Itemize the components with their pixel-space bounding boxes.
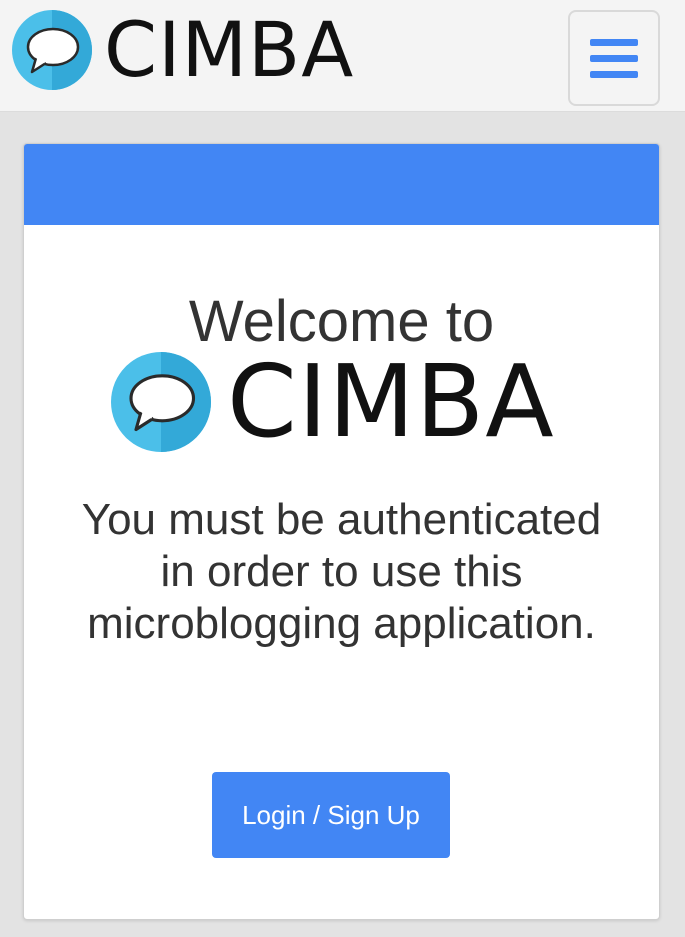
- top-navbar: CIMBA: [0, 0, 685, 112]
- speech-bubble-icon: [111, 352, 211, 452]
- center-logo: CIMBA: [111, 351, 555, 453]
- welcome-card: Welcome to CIMBA You must be authenticat…: [23, 143, 660, 920]
- login-signup-button[interactable]: Login / Sign Up: [212, 772, 450, 858]
- hamburger-icon-bar: [590, 54, 638, 62]
- auth-message: You must be authenticated in order to us…: [81, 495, 602, 648]
- hamburger-icon: [590, 38, 638, 46]
- hamburger-icon-bar: [590, 70, 638, 78]
- center-brand-name: CIMBA: [227, 343, 555, 460]
- speech-bubble-icon: [12, 10, 92, 90]
- brand[interactable]: CIMBA: [12, 10, 354, 90]
- menu-toggle-button[interactable]: [568, 10, 660, 106]
- card-header: [24, 144, 659, 225]
- brand-name: CIMBA: [104, 5, 355, 94]
